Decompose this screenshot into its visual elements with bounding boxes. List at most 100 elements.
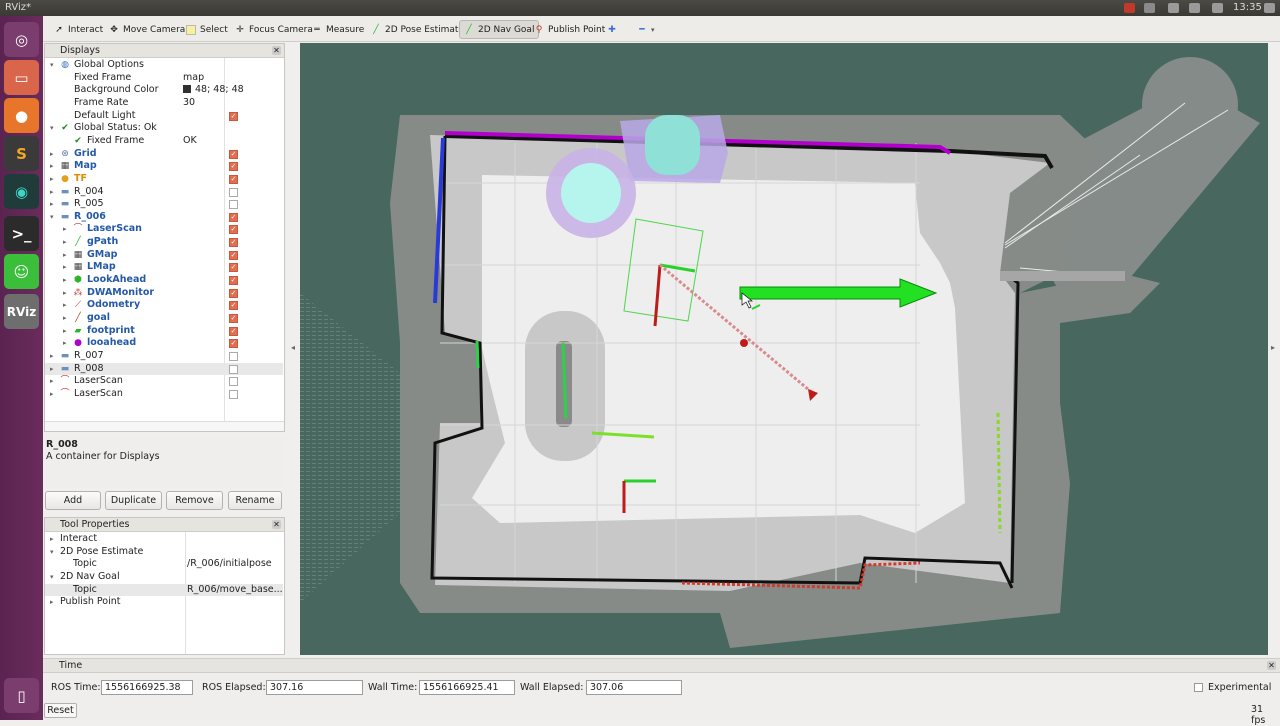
- tool-property-row[interactable]: ▾ 2D Nav Goal: [45, 571, 283, 584]
- display-row[interactable]: ▸ ⌒ LaserScan: [45, 375, 283, 388]
- enable-checkbox[interactable]: ✓: [229, 111, 238, 121]
- enable-checkbox[interactable]: ✓: [229, 174, 238, 184]
- display-row[interactable]: ▸ ⊛ Grid ✓: [45, 148, 283, 161]
- close-icon[interactable]: ✕: [272, 46, 281, 55]
- collapsed-arrow-icon[interactable]: ▸: [63, 236, 71, 249]
- display-row[interactable]: Fixed Frame map: [45, 72, 283, 85]
- display-row[interactable]: ▾ ◍ Global Options: [45, 59, 283, 72]
- enable-checkbox[interactable]: [229, 377, 238, 387]
- collapsed-arrow-icon[interactable]: ▸: [63, 299, 71, 312]
- collapse-left-icon[interactable]: ◂: [291, 343, 295, 352]
- enable-checkbox[interactable]: ✓: [229, 301, 238, 311]
- duplicate-button[interactable]: Duplicate: [105, 491, 162, 510]
- display-row[interactable]: ▸ ╱ gPath ✓: [45, 236, 283, 249]
- horizontal-scrollbar[interactable]: [45, 421, 284, 431]
- close-icon[interactable]: ✕: [272, 520, 281, 529]
- terminal-icon[interactable]: >_: [4, 216, 39, 251]
- display-row[interactable]: ▸ ▬ R_007: [45, 350, 283, 363]
- collapsed-arrow-icon[interactable]: ▸: [50, 375, 58, 388]
- ubuntu-icon[interactable]: ◎: [4, 22, 39, 57]
- tool-select[interactable]: Select: [182, 20, 232, 39]
- enable-checkbox[interactable]: ✓: [229, 238, 238, 248]
- collapsed-arrow-icon[interactable]: ▸: [50, 186, 58, 199]
- collapsed-arrow-icon[interactable]: ▸: [63, 274, 71, 287]
- map-canvas[interactable]: [300, 43, 1268, 655]
- display-row[interactable]: ▸ ▦ LMap ✓: [45, 261, 283, 274]
- collapsed-arrow-icon[interactable]: ▸: [50, 148, 58, 161]
- tool-measure[interactable]: ═ Measure: [308, 20, 368, 39]
- enable-checkbox[interactable]: [229, 351, 238, 361]
- add-tool-button[interactable]: ✚: [603, 20, 621, 39]
- collapsed-arrow-icon[interactable]: ▸: [63, 312, 71, 325]
- expanded-arrow-icon[interactable]: ▾: [50, 59, 58, 72]
- add-button[interactable]: Add: [45, 491, 101, 510]
- tool-interact[interactable]: ➚ Interact: [50, 20, 107, 39]
- tool-property-row[interactable]: ▾ 2D Pose Estimate: [45, 546, 283, 559]
- tool-property-row[interactable]: ▸ Publish Point: [45, 596, 283, 609]
- display-row[interactable]: ▸ ⌒ LaserScan ✓: [45, 223, 283, 236]
- reset-button[interactable]: Reset: [44, 703, 77, 718]
- display-row[interactable]: Default Light ✓: [45, 110, 283, 123]
- enable-checkbox[interactable]: ✓: [229, 288, 238, 298]
- enable-checkbox[interactable]: ✓: [229, 162, 238, 172]
- keyboard-icon[interactable]: [1144, 3, 1155, 13]
- display-row[interactable]: ▸ ⁂ DWAMonitor ✓: [45, 287, 283, 300]
- power-icon[interactable]: [1264, 3, 1275, 13]
- display-row[interactable]: ▸ ▦ Map ✓: [45, 160, 283, 173]
- rename-button[interactable]: Rename: [228, 491, 282, 510]
- display-row[interactable]: ▸ ╱ goal ✓: [45, 312, 283, 325]
- display-row[interactable]: ▸ ● TF ✓: [45, 173, 283, 186]
- volume-icon[interactable]: [1212, 3, 1223, 13]
- display-row[interactable]: ▸ ▬ R_005: [45, 198, 283, 211]
- tool-publish-point[interactable]: ⚲ Publish Point: [530, 20, 609, 39]
- collapsed-arrow-icon[interactable]: ▸: [50, 173, 58, 186]
- display-row[interactable]: Frame Rate 30: [45, 97, 283, 110]
- rviz-icon[interactable]: RViz: [4, 294, 39, 329]
- tool-2d-pose-estimate[interactable]: ╱ 2D Pose Estimate: [367, 20, 468, 39]
- ros-elapsed-field[interactable]: 307.16: [266, 680, 363, 695]
- collapsed-arrow-icon[interactable]: ▸: [63, 249, 71, 262]
- enable-checkbox[interactable]: ✓: [229, 250, 238, 260]
- gitkraken-icon[interactable]: ◉: [4, 174, 39, 209]
- close-icon[interactable]: ✕: [1267, 661, 1276, 670]
- display-value[interactable]: OK: [183, 135, 197, 148]
- display-row[interactable]: ▸ ● looahead ✓: [45, 337, 283, 350]
- enable-checkbox[interactable]: ✓: [229, 225, 238, 235]
- enable-checkbox[interactable]: [229, 389, 238, 399]
- enable-checkbox[interactable]: [229, 364, 238, 374]
- collapsed-arrow-icon[interactable]: ▸: [50, 198, 58, 211]
- enable-checkbox[interactable]: ✓: [229, 149, 238, 159]
- collapsed-arrow-icon[interactable]: ▸: [50, 363, 58, 376]
- files-icon[interactable]: ▭: [4, 60, 39, 95]
- enable-checkbox[interactable]: ✓: [229, 212, 238, 222]
- enable-checkbox[interactable]: [229, 187, 238, 197]
- wall-elapsed-field[interactable]: 307.06: [586, 680, 682, 695]
- expanded-arrow-icon[interactable]: ▾: [50, 546, 58, 559]
- collapsed-arrow-icon[interactable]: ▸: [50, 596, 58, 609]
- runner-icon[interactable]: ☺: [4, 254, 39, 289]
- display-row[interactable]: ▾ ✔ Global Status: Ok: [45, 122, 283, 135]
- tool-focus-camera[interactable]: ✛ Focus Camera: [231, 20, 317, 39]
- remove-tool-button[interactable]: ━ ▾: [633, 20, 659, 39]
- expanded-arrow-icon[interactable]: ▾: [50, 571, 58, 584]
- display-value[interactable]: 30: [183, 97, 195, 110]
- display-row[interactable]: ▸ ▬ R_008: [45, 362, 283, 376]
- enable-checkbox[interactable]: ✓: [229, 314, 238, 323]
- collapsed-arrow-icon[interactable]: ▸: [50, 160, 58, 173]
- expanded-arrow-icon[interactable]: ▾: [50, 211, 58, 224]
- display-row[interactable]: Background Color 48; 48; 48: [45, 84, 283, 97]
- display-row[interactable]: ▸ ⌒ LaserScan: [45, 388, 283, 401]
- display-value[interactable]: 48; 48; 48: [183, 84, 244, 97]
- wall-time-field[interactable]: 1556166925.41: [419, 680, 515, 695]
- collapsed-arrow-icon[interactable]: ▸: [50, 388, 58, 401]
- display-value[interactable]: map: [183, 72, 204, 85]
- display-row[interactable]: ▸ ▰ footprint ✓: [45, 325, 283, 338]
- enable-checkbox[interactable]: ✓: [229, 263, 238, 273]
- display-row[interactable]: ▸ ▬ R_004: [45, 186, 283, 199]
- collapsed-arrow-icon[interactable]: ▸: [63, 325, 71, 338]
- collapsed-arrow-icon[interactable]: ▸: [63, 223, 71, 236]
- 3d-viewport[interactable]: ◂: [300, 43, 1268, 655]
- expanded-arrow-icon[interactable]: ▾: [50, 122, 58, 135]
- firefox-icon[interactable]: ●: [4, 98, 39, 133]
- tool-property-value[interactable]: /R_006/initialpose: [187, 558, 272, 571]
